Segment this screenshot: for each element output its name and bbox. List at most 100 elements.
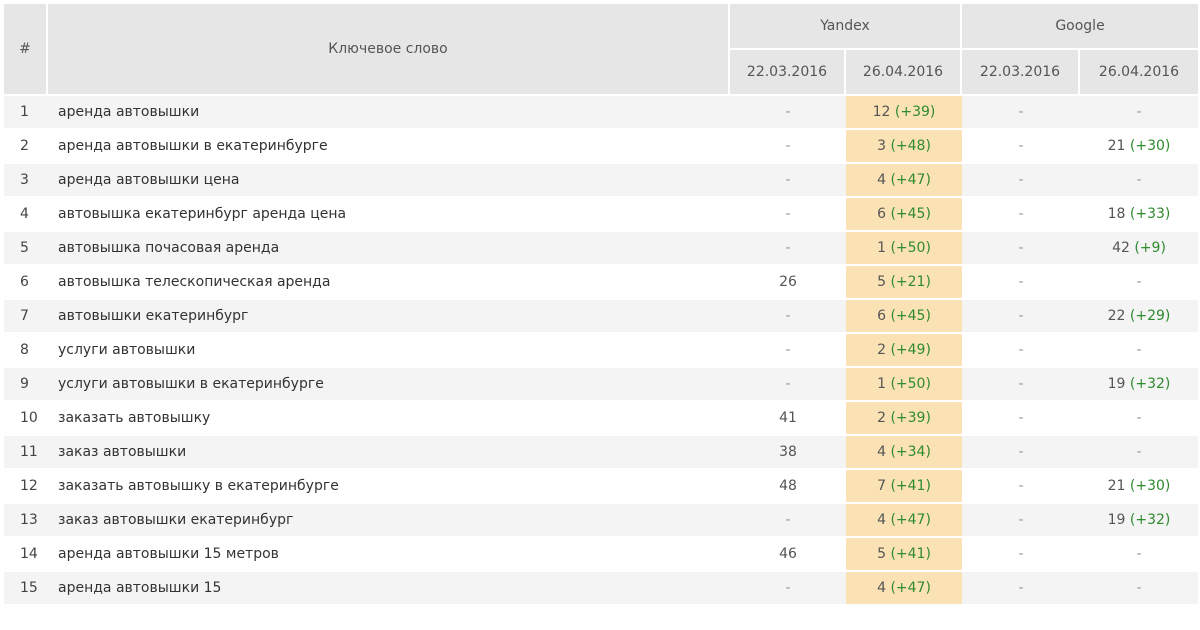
- yandex-position-before: -: [730, 300, 846, 334]
- row-number: 15: [4, 572, 48, 606]
- google-position-after: -: [1080, 538, 1198, 572]
- table-row: 12 заказать автовышку в екатеринбурге 48 7 …: [4, 470, 1198, 504]
- yandex-position-before: -: [730, 164, 846, 198]
- keyword-cell: услуги автовышки в екатеринбурге: [48, 368, 730, 402]
- position-value: 4: [877, 172, 886, 188]
- yandex-position-before: -: [730, 504, 846, 538]
- google-position-before: -: [962, 164, 1080, 198]
- table-body: 1 аренда автовышки -12 (+39) - -2 аренда авто…: [4, 96, 1198, 606]
- keyword-cell: аренда автовышки цена: [48, 164, 730, 198]
- position-value: 3: [877, 138, 886, 154]
- yandex-position-after: 1 (+50): [846, 368, 962, 402]
- google-position-after: 19 (+32): [1080, 504, 1198, 538]
- yandex-position-after: 4 (+47): [846, 572, 962, 606]
- position-delta: (+47): [890, 172, 931, 188]
- google-position-after: -: [1080, 436, 1198, 470]
- bottom-fade: [0, 618, 1200, 630]
- google-position-before: -: [962, 402, 1080, 436]
- keyword-cell: аренда автовышки: [48, 96, 730, 130]
- table-row: 14 аренда автовышки 15 метров 46 5 (+41) - -: [4, 538, 1198, 572]
- keyword-cell: аренда автовышки в екатеринбурге: [48, 130, 730, 164]
- google-position-after: -: [1080, 164, 1198, 198]
- yandex-position-before: 48: [730, 470, 846, 504]
- position-delta: (+30): [1129, 478, 1171, 494]
- google-position-after: 19 (+32): [1080, 368, 1198, 402]
- yandex-position-after: 12 (+39): [846, 96, 962, 130]
- yandex-position-before: -: [730, 368, 846, 402]
- row-number: 10: [4, 402, 48, 436]
- yandex-position-before: 38: [730, 436, 846, 470]
- position-value: 19: [1107, 512, 1126, 528]
- google-position-before: -: [962, 572, 1080, 606]
- position-delta: (+47): [890, 512, 931, 528]
- position-value: 4: [877, 512, 886, 528]
- rankings-table: # Ключевое слово Yandex Google 22.03.201…: [4, 4, 1198, 606]
- yandex-position-after: 6 (+45): [846, 300, 962, 334]
- yandex-position-after: 5 (+41): [846, 538, 962, 572]
- google-position-before: -: [962, 198, 1080, 232]
- yandex-position-before: -: [730, 130, 846, 164]
- position-value: 5: [877, 546, 886, 562]
- google-position-after: 42 (+9): [1080, 232, 1198, 266]
- position-value: -: [1136, 546, 1142, 562]
- keyword-cell: автовышка почасовая аренда: [48, 232, 730, 266]
- google-position-before: -: [962, 96, 1080, 130]
- table-row: 9 услуги автовышки в екатеринбурге -1 (+50…: [4, 368, 1198, 402]
- table-row: 10 заказать автовышку 41 2 (+39) - -: [4, 402, 1198, 436]
- position-delta: (+21): [890, 274, 931, 290]
- yandex-position-before: 26: [730, 266, 846, 300]
- position-value: 2: [877, 342, 886, 358]
- table-row: 3 аренда автовышки цена -4 (+47) - -: [4, 164, 1198, 198]
- google-position-after: 21 (+30): [1080, 470, 1198, 504]
- yandex-position-after: 4 (+47): [846, 504, 962, 538]
- position-delta: (+45): [890, 308, 931, 324]
- table-row: 15 аренда автовышки 15-4 (+47) - -: [4, 572, 1198, 606]
- position-delta: (+34): [890, 444, 931, 460]
- keyword-cell: услуги автовышки: [48, 334, 730, 368]
- keyword-cell: аренда автовышки 15 метров: [48, 538, 730, 572]
- column-group-google: Google: [962, 4, 1198, 50]
- position-value: -: [1136, 444, 1142, 460]
- google-position-after: -: [1080, 572, 1198, 606]
- column-header-google-date-1: 22.03.2016: [962, 50, 1080, 96]
- position-value: 21: [1107, 138, 1126, 154]
- column-header-google-date-2: 26.04.2016: [1080, 50, 1198, 96]
- position-delta: (+41): [890, 546, 931, 562]
- row-number: 2: [4, 130, 48, 164]
- yandex-position-before: -: [730, 232, 846, 266]
- yandex-position-after: 7 (+41): [846, 470, 962, 504]
- position-value: -: [1136, 580, 1142, 596]
- position-value: 5: [877, 274, 886, 290]
- row-number: 4: [4, 198, 48, 232]
- yandex-position-before: 46: [730, 538, 846, 572]
- row-number: 8: [4, 334, 48, 368]
- position-value: 1: [877, 240, 886, 256]
- row-number: 3: [4, 164, 48, 198]
- row-number: 13: [4, 504, 48, 538]
- table-row: 8 услуги автовышки -2 (+49) - -: [4, 334, 1198, 368]
- google-position-before: -: [962, 436, 1080, 470]
- column-header-keyword: Ключевое слово: [48, 4, 730, 96]
- google-position-before: -: [962, 504, 1080, 538]
- google-position-after: -: [1080, 334, 1198, 368]
- table-row: 5 автовышка почасовая аренда -1 (+50) -42 (…: [4, 232, 1198, 266]
- table-row: 4 автовышка екатеринбург аренда цена -6 (+…: [4, 198, 1198, 232]
- google-position-after: -: [1080, 96, 1198, 130]
- column-group-yandex: Yandex: [730, 4, 962, 50]
- position-delta: (+48): [890, 138, 931, 154]
- google-position-before: -: [962, 130, 1080, 164]
- position-value: -: [1136, 410, 1142, 426]
- position-delta: (+29): [1129, 308, 1171, 324]
- yandex-position-before: 41: [730, 402, 846, 436]
- position-value: 6: [877, 206, 886, 222]
- position-value: 22: [1107, 308, 1126, 324]
- yandex-position-after: 6 (+45): [846, 198, 962, 232]
- position-value: 12: [872, 104, 891, 120]
- row-number: 1: [4, 96, 48, 130]
- yandex-position-after: 2 (+49): [846, 334, 962, 368]
- position-value: 2: [877, 410, 886, 426]
- position-delta: (+32): [1129, 376, 1171, 392]
- yandex-position-before: -: [730, 96, 846, 130]
- row-number: 14: [4, 538, 48, 572]
- table-row: 6 автовышка телескопическая аренда 26 5 (+2…: [4, 266, 1198, 300]
